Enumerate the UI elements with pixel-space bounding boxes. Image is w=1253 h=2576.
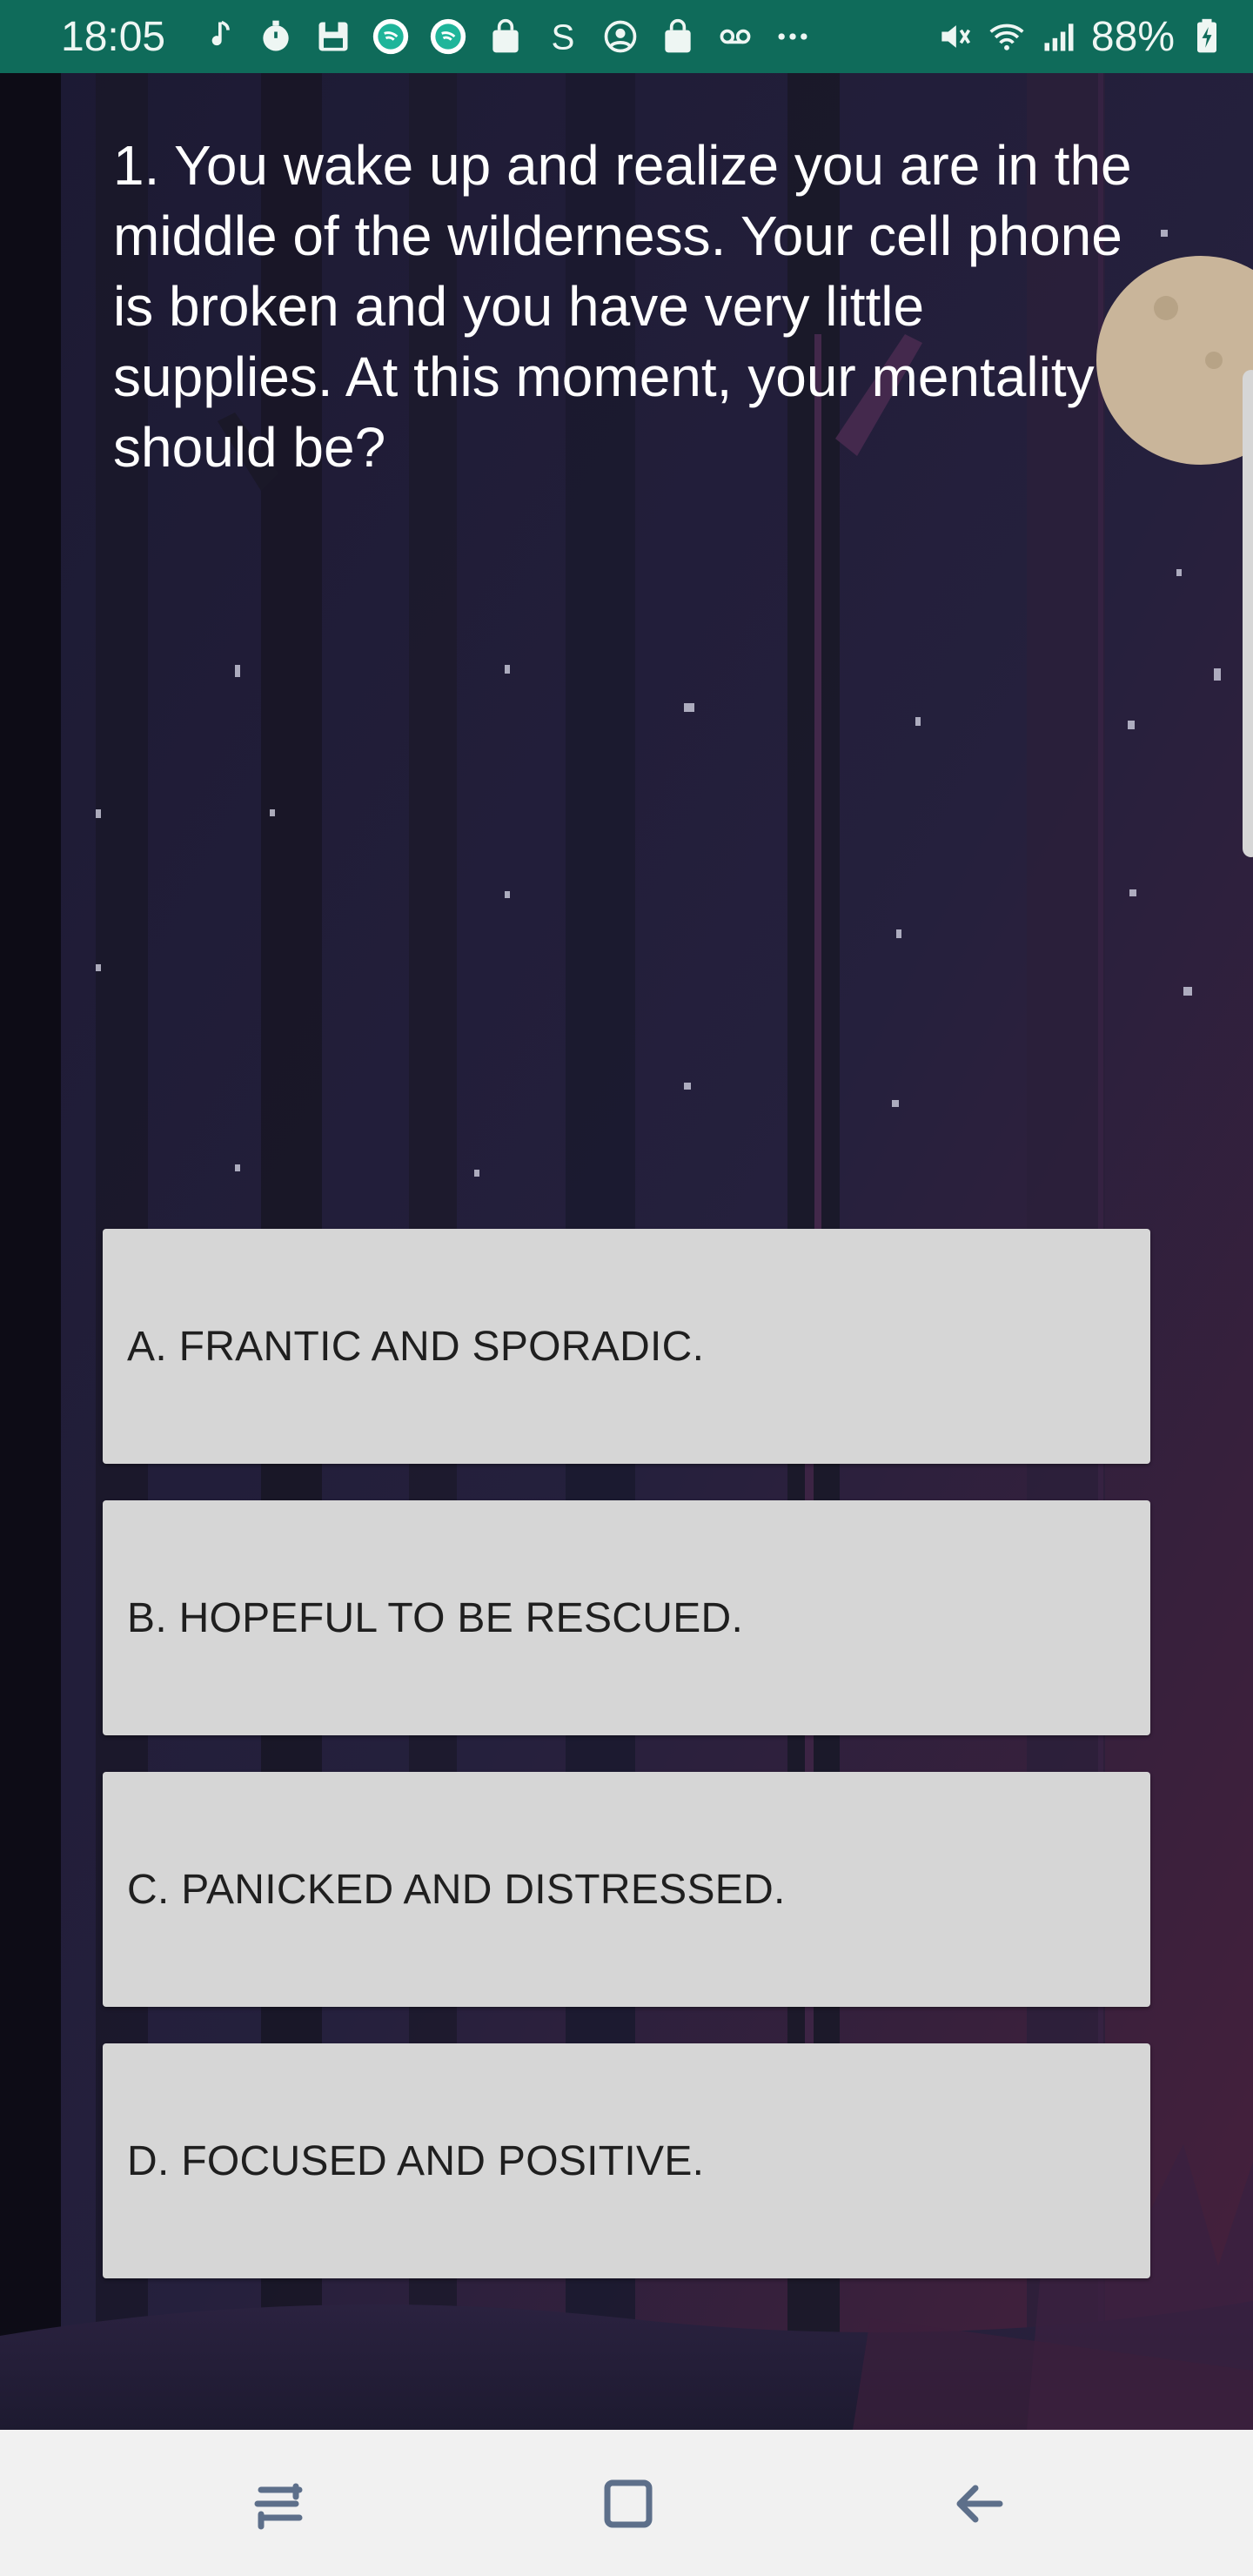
more-dots-icon [773, 17, 813, 57]
status-time: 18:05 [61, 13, 166, 60]
save-icon [313, 17, 353, 57]
scrollbar-handle[interactable] [1243, 370, 1253, 857]
shopping-bag-icon [486, 17, 526, 57]
s-letter-icon: S [543, 17, 583, 57]
question-text: 1. You wake up and realize you are in th… [113, 134, 1132, 479]
svg-text:S: S [552, 17, 575, 56]
wifi-icon [987, 17, 1027, 57]
app-circle-icon [371, 17, 411, 57]
home-button[interactable] [580, 2456, 676, 2552]
status-bar: 18:05 S 88% [0, 0, 1253, 73]
timer-icon [256, 17, 296, 57]
answer-b-label: B. HOPEFUL TO BE RESCUED. [127, 1594, 744, 1641]
music-note-icon [198, 17, 238, 57]
navigation-bar [0, 2430, 1253, 2576]
answer-d-button[interactable]: D. FOCUSED AND POSITIVE. [103, 2043, 1150, 2278]
back-icon [956, 2485, 1003, 2523]
back-button[interactable] [931, 2456, 1027, 2552]
answer-a-label: A. FRANTIC AND SPORADIC. [127, 1323, 705, 1370]
status-right-group: 88% [935, 13, 1227, 61]
voicemail-icon [715, 17, 755, 57]
answer-c-label: C. PANICKED AND DISTRESSED. [127, 1866, 786, 1913]
answer-d-label: D. FOCUSED AND POSITIVE. [127, 2137, 705, 2184]
recent-apps-icon [254, 2483, 303, 2530]
home-icon [604, 2479, 653, 2528]
battery-charging-icon [1187, 17, 1227, 57]
answer-b-button[interactable]: B. HOPEFUL TO BE RESCUED. [103, 1500, 1150, 1735]
app-circle-icon [428, 17, 468, 57]
battery-percent: 88% [1090, 13, 1175, 60]
shopping-bag-icon [658, 17, 698, 57]
recent-apps-button[interactable] [231, 2456, 326, 2552]
app-screen: 18:05 S 88% 1. You wake up and realize y… [0, 0, 1253, 2576]
signal-icon [1039, 17, 1079, 57]
answer-a-button[interactable]: A. FRANTIC AND SPORADIC. [103, 1229, 1150, 1464]
status-left-group: 18:05 S [61, 13, 813, 61]
account-icon [600, 17, 640, 57]
answer-c-button[interactable]: C. PANICKED AND DISTRESSED. [103, 1772, 1150, 2007]
mute-icon [935, 17, 975, 57]
